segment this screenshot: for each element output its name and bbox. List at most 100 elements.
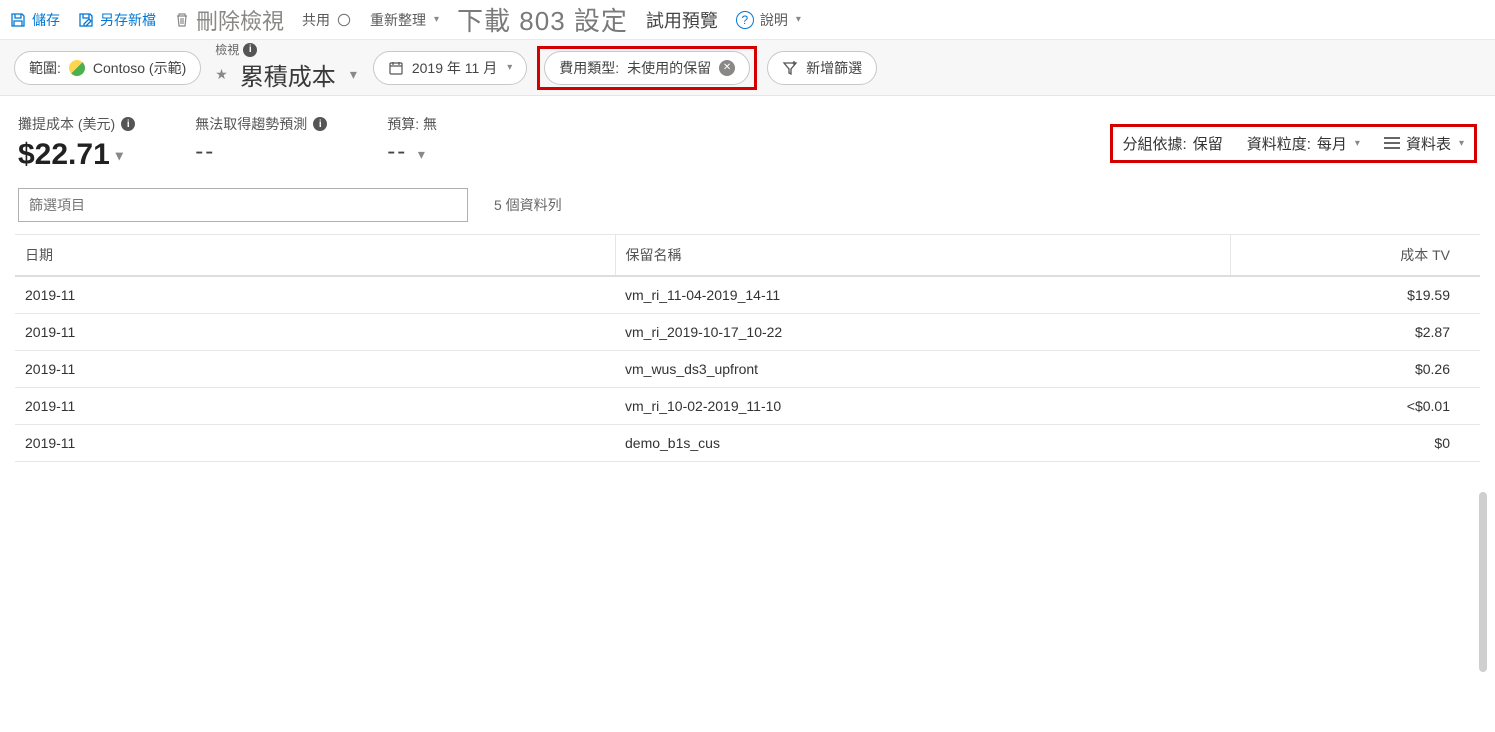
- command-bar: 儲存 另存新檔 刪除檢視 共用 重新整理 ▾ 下載 803 設定 試用預覽 ? …: [0, 0, 1495, 40]
- cell-name: vm_ri_10-02-2019_11-10: [615, 388, 1230, 425]
- kpi-bar: 攤提成本 (美元) i $22.71 ▾ 無法取得趨勢預測 i -- 預算: 無…: [0, 96, 1495, 180]
- charge-type-pill[interactable]: 費用類型: 未使用的保留 ✕: [544, 51, 750, 85]
- table-row[interactable]: 2019-11demo_b1s_cus$0: [15, 425, 1480, 462]
- kpi-budget-value: --: [387, 138, 407, 165]
- cell-name: vm_ri_11-04-2019_14-11: [615, 276, 1230, 314]
- save-button[interactable]: 儲存: [10, 10, 60, 30]
- refresh-button[interactable]: 重新整理 ▾: [370, 10, 439, 30]
- group-by-control[interactable]: 分組依據: 保留: [1123, 133, 1223, 154]
- help-button[interactable]: ? 說明 ▾: [736, 10, 801, 30]
- delete-view-label: 刪除檢視: [196, 4, 284, 36]
- view-mode-control[interactable]: 資料表 ▾: [1384, 133, 1464, 154]
- highlight-display-options: 分組依據: 保留 資料粒度: 每月 ▾ 資料表 ▾: [1110, 124, 1477, 163]
- cell-name: vm_wus_ds3_upfront: [615, 351, 1230, 388]
- kpi-budget-value-wrap[interactable]: -- ▾: [387, 138, 437, 166]
- kpi-forecast-label: 無法取得趨勢預測: [195, 114, 307, 134]
- cost-table: 日期 保留名稱 成本 TV 2019-11vm_ri_11-04-2019_14…: [15, 234, 1480, 462]
- highlight-charge-type: 費用類型: 未使用的保留 ✕: [537, 46, 757, 90]
- charge-type-label: 費用類型:: [559, 58, 619, 78]
- cell-cost: $19.59: [1230, 276, 1480, 314]
- chevron-down-icon: ▾: [1355, 138, 1360, 149]
- star-icon: ★: [215, 66, 228, 83]
- col-name-header[interactable]: 保留名稱: [615, 235, 1230, 277]
- cell-date: 2019-11: [15, 425, 615, 462]
- save-label: 儲存: [32, 10, 60, 30]
- charge-type-value: 未使用的保留: [627, 58, 711, 78]
- try-preview-button[interactable]: 試用預覽: [646, 7, 718, 33]
- granularity-value: 每月: [1317, 133, 1347, 154]
- refresh-label: 重新整理: [370, 10, 426, 30]
- chevron-down-icon: ▾: [434, 14, 439, 25]
- kpi-budget-label: 預算: 無: [387, 114, 437, 134]
- cell-name: vm_ri_2019-10-17_10-22: [615, 314, 1230, 351]
- kpi-budget: 預算: 無 -- ▾: [387, 114, 437, 166]
- cell-date: 2019-11: [15, 276, 615, 314]
- view-caption: 檢視: [215, 44, 239, 56]
- kpi-accrued-cost: 攤提成本 (美元) i $22.71 ▾: [18, 114, 135, 172]
- help-icon: ?: [736, 11, 754, 29]
- chevron-down-icon: ▾: [350, 66, 357, 83]
- col-date-header[interactable]: 日期: [15, 235, 615, 277]
- table-row[interactable]: 2019-11vm_ri_11-04-2019_14-11$19.59: [15, 276, 1480, 314]
- share-button[interactable]: 共用: [302, 10, 352, 30]
- calendar-icon: [388, 60, 404, 76]
- granularity-control[interactable]: 資料粒度: 每月 ▾: [1247, 133, 1360, 154]
- table-row[interactable]: 2019-11vm_wus_ds3_upfront$0.26: [15, 351, 1480, 388]
- kpi-accrued-label: 攤提成本 (美元): [18, 114, 115, 134]
- cell-cost: $0: [1230, 425, 1480, 462]
- granularity-label: 資料粒度:: [1247, 133, 1311, 154]
- table-header-row: 日期 保留名稱 成本 TV: [15, 235, 1480, 277]
- kpi-forecast-value: --: [195, 138, 327, 166]
- trash-icon: [174, 12, 190, 28]
- save-as-icon: [78, 12, 94, 28]
- try-preview-label: 試用預覽: [646, 7, 718, 33]
- cell-date: 2019-11: [15, 351, 615, 388]
- org-icon: [69, 60, 85, 76]
- group-by-value: 保留: [1193, 133, 1223, 154]
- date-value: 2019 年 11 月: [412, 58, 497, 78]
- view-mode-label: 資料表: [1406, 133, 1451, 154]
- chevron-down-icon: ▾: [418, 146, 427, 162]
- row-count-label: 5 個資料列: [494, 195, 562, 215]
- close-icon[interactable]: ✕: [719, 60, 735, 76]
- chevron-down-icon: ▾: [116, 147, 123, 164]
- save-as-button[interactable]: 另存新檔: [78, 10, 156, 30]
- share-icon: [336, 12, 352, 28]
- cell-date: 2019-11: [15, 388, 615, 425]
- scope-value: Contoso (示範): [93, 58, 186, 78]
- col-cost-header[interactable]: 成本 TV: [1230, 235, 1480, 277]
- add-filter-icon: [782, 60, 798, 76]
- table-row[interactable]: 2019-11vm_ri_10-02-2019_11-10<$0.01: [15, 388, 1480, 425]
- kpi-accrued-value-wrap[interactable]: $22.71 ▾: [18, 138, 135, 172]
- vertical-scrollbar[interactable]: [1479, 492, 1489, 732]
- kpi-accrued-value: $22.71: [18, 138, 110, 172]
- filter-items-input[interactable]: [18, 188, 468, 222]
- add-filter-pill[interactable]: 新增篩選: [767, 51, 877, 85]
- cell-cost: <$0.01: [1230, 388, 1480, 425]
- save-as-label: 另存新檔: [100, 10, 156, 30]
- info-icon: i: [313, 117, 327, 131]
- chevron-down-icon: ▾: [507, 62, 512, 73]
- scope-label: 範圍:: [29, 58, 61, 78]
- table-row[interactable]: 2019-11vm_ri_2019-10-17_10-22$2.87: [15, 314, 1480, 351]
- chevron-down-icon: ▾: [796, 14, 801, 25]
- cell-cost: $0.26: [1230, 351, 1480, 388]
- table-icon: [1384, 137, 1400, 149]
- view-value: 累積成本: [240, 57, 336, 92]
- download-settings-button[interactable]: 下載 803 設定: [457, 1, 628, 38]
- cell-cost: $2.87: [1230, 314, 1480, 351]
- date-range-pill[interactable]: 2019 年 11 月 ▾: [373, 51, 527, 85]
- share-label: 共用: [302, 10, 330, 30]
- data-table-wrap: 日期 保留名稱 成本 TV 2019-11vm_ri_11-04-2019_14…: [0, 234, 1495, 462]
- help-label: 說明: [760, 10, 788, 30]
- view-selector[interactable]: 檢視 i ★ 累積成本 ▾: [215, 43, 357, 92]
- delete-view-button[interactable]: 刪除檢視: [174, 4, 284, 36]
- kpi-forecast: 無法取得趨勢預測 i --: [195, 114, 327, 166]
- add-filter-label: 新增篩選: [806, 58, 862, 78]
- chevron-down-icon: ▾: [1459, 138, 1464, 149]
- scope-pill[interactable]: 範圍: Contoso (示範): [14, 51, 201, 85]
- download-settings-label: 下載 803 設定: [457, 1, 628, 38]
- cell-date: 2019-11: [15, 314, 615, 351]
- filter-bar: 範圍: Contoso (示範) 檢視 i ★ 累積成本 ▾ 2019 年 11…: [0, 40, 1495, 96]
- info-icon: i: [243, 43, 257, 57]
